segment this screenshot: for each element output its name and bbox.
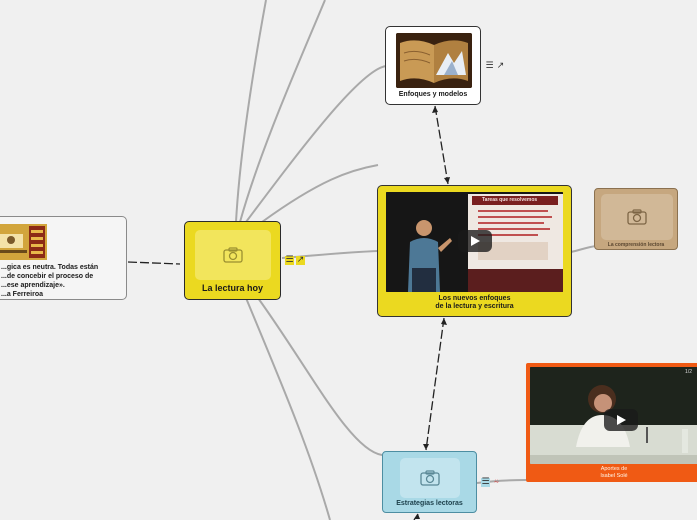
link-icon[interactable]: ↗ (496, 62, 505, 71)
camera-icon (420, 470, 440, 486)
relationship-line (434, 105, 449, 185)
topic-nuevos-enfoques[interactable]: Tareas que resolvemos Los nuevos enfoque… (377, 185, 572, 317)
arrowhead (441, 318, 447, 325)
branch-line (245, 297, 331, 520)
topic-estrategias[interactable]: Estrategias lectoras (382, 451, 477, 513)
branch-line (570, 245, 597, 253)
topic-nuevos-title: Los nuevos enfoques de la lectura y escr… (435, 295, 514, 311)
branch-line (261, 164, 379, 223)
ferreiro-image (0, 224, 47, 260)
camera-icon (627, 209, 647, 225)
image-placeholder (195, 230, 271, 280)
link-icon[interactable]: ↗ (296, 256, 305, 265)
topic-enfoques-title: Enfoques y modelos (398, 91, 468, 98)
notes-icon[interactable]: ☰ (481, 478, 490, 487)
play-icon[interactable] (604, 409, 638, 431)
arrowhead (423, 444, 429, 450)
attachment-icon[interactable]: ⍨ (492, 478, 501, 487)
central-topic[interactable]: La lectura hoy (184, 221, 281, 300)
branch-line (257, 297, 383, 456)
arrowhead (432, 106, 438, 113)
central-topic-title: La lectura hoy (201, 283, 264, 293)
estrategias-toolbar: ☰ ⍨ (481, 478, 501, 487)
central-toolbar: ☰ ↗ (285, 256, 305, 265)
quote-text: ...gica es neutra. Todas están ...de con… (1, 264, 99, 299)
topic-comprension[interactable]: La comprensión lectora (594, 188, 678, 250)
enfoques-toolbar: ☰ ↗ (485, 62, 505, 71)
slide-caption: Tareas que resolvemos (482, 197, 538, 203)
arrowhead (444, 177, 450, 184)
topic-sole-title: Aportes de Isabel Solé (600, 466, 628, 479)
book-image (396, 33, 472, 88)
image-placeholder (400, 458, 460, 498)
notes-icon[interactable]: ☰ (285, 256, 294, 265)
relationship-line (425, 317, 445, 451)
topic-comprension-title: La comprensión lectora (607, 242, 665, 248)
notes-icon[interactable]: ☰ (485, 62, 494, 71)
video-thumbnail[interactable] (386, 192, 563, 292)
topic-estrategias-title: Estrategias lectoras (396, 500, 463, 507)
camera-icon (223, 247, 243, 263)
image-placeholder (601, 194, 673, 240)
video-thumbnail[interactable] (530, 367, 697, 464)
topic-sole[interactable]: 1/2 Aportes de Isabel Solé (526, 363, 697, 482)
video-corner-label: 1/2 (685, 369, 692, 375)
relationship-line (127, 261, 181, 265)
quote-node[interactable]: ...gica es neutra. Todas están ...de con… (0, 216, 127, 300)
topic-enfoques[interactable]: Enfoques y modelos (385, 26, 481, 105)
play-icon[interactable] (458, 230, 492, 252)
